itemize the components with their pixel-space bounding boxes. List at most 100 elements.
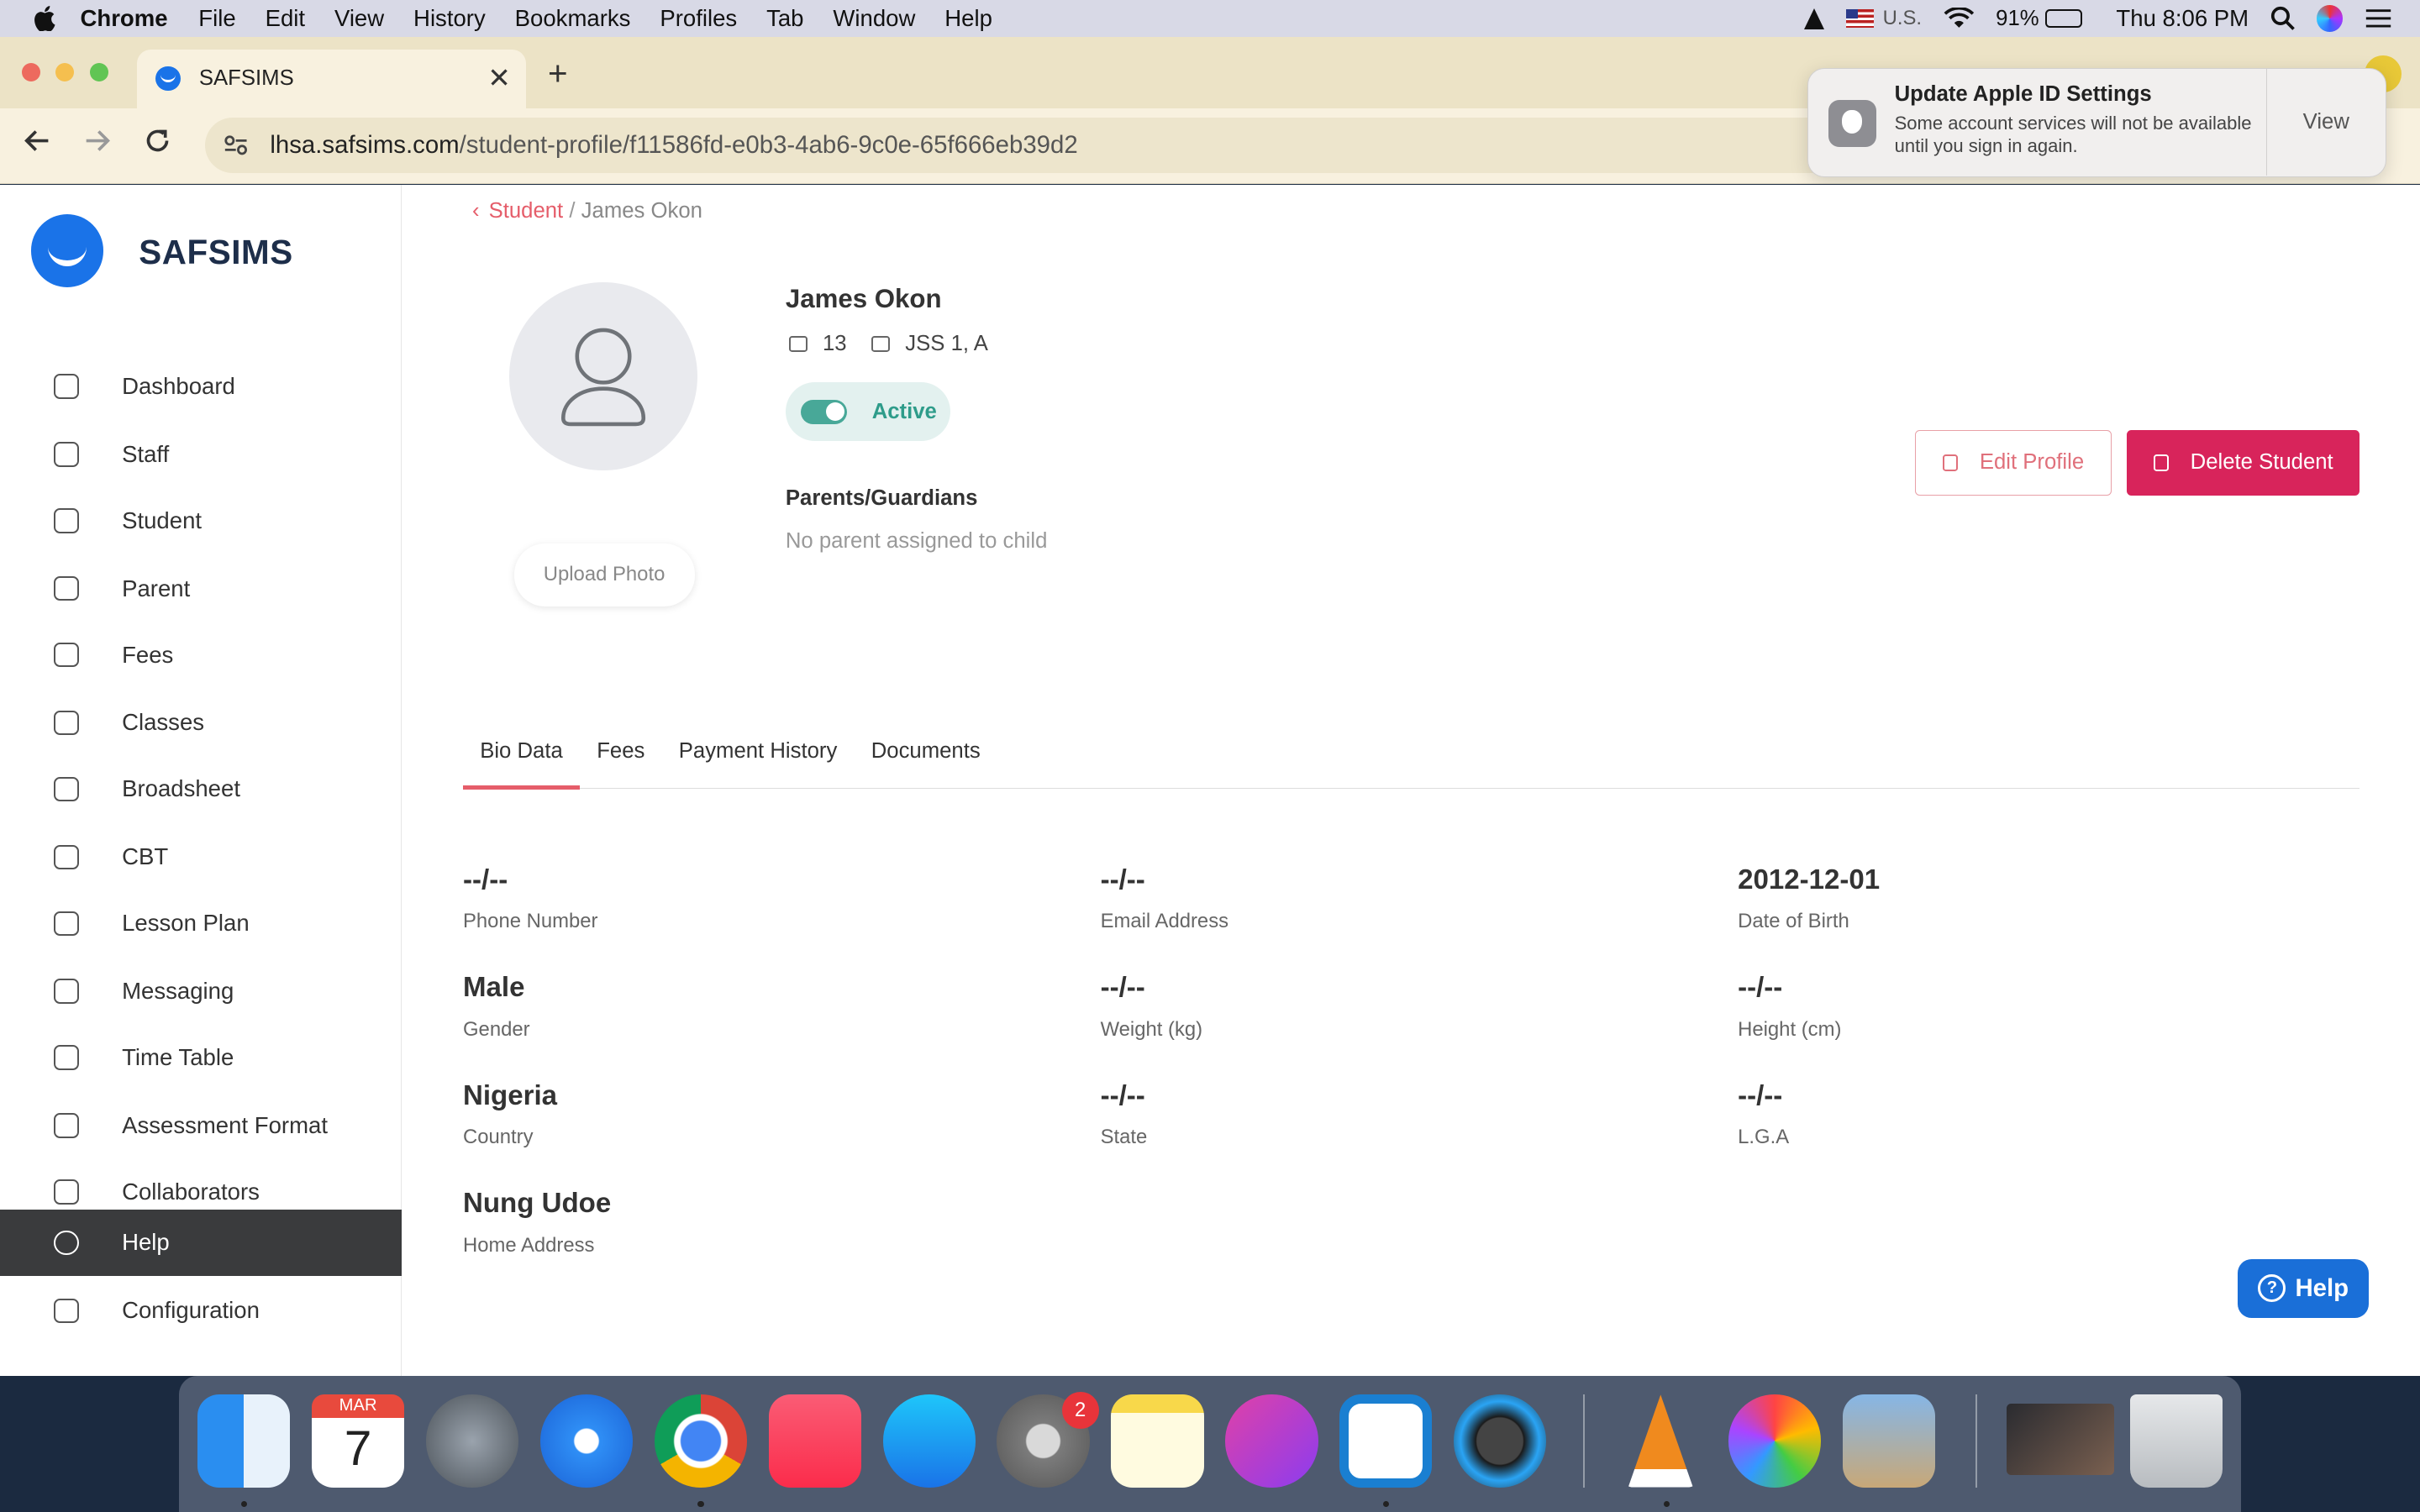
calendar-icon[interactable]: MAR 7 xyxy=(312,1394,405,1488)
sidebar-item-label: Assessment Format xyxy=(122,1111,329,1138)
input-source-label[interactable]: U.S. xyxy=(1883,7,1922,30)
sidebar-item-assessment-format[interactable]: Assessment Format xyxy=(0,1092,402,1158)
tab-payment-history[interactable]: Payment History xyxy=(662,728,855,789)
field-height: --/-- Height (cm) xyxy=(1738,972,1841,1042)
battery-percent[interactable]: 91% xyxy=(1996,7,2039,31)
field-value: --/-- xyxy=(463,864,508,895)
field-value: --/-- xyxy=(1100,1079,1145,1111)
sidebar-item-dashboard[interactable]: Dashboard xyxy=(0,354,402,420)
sidebar-item-broadsheet[interactable]: Broadsheet xyxy=(0,756,402,822)
calendar-day: 7 xyxy=(344,1420,372,1476)
notes-icon[interactable] xyxy=(1111,1394,1204,1488)
breadcrumb-student-link[interactable]: Student xyxy=(489,199,564,223)
sidebar-item-help[interactable]: Help xyxy=(0,1209,402,1276)
field-phone-number: --/-- Phone Number xyxy=(463,864,597,934)
siri-icon[interactable] xyxy=(2316,5,2344,32)
launchpad-icon[interactable] xyxy=(425,1394,519,1488)
color-picker-tool-icon[interactable] xyxy=(1728,1394,1822,1488)
battery-icon[interactable] xyxy=(2044,9,2083,29)
edit-profile-button[interactable]: Edit Profile xyxy=(1915,430,2112,496)
assessment-format-icon xyxy=(54,1113,79,1138)
sidebar-item-classes[interactable]: Classes xyxy=(0,690,402,756)
tab-fees[interactable]: Fees xyxy=(580,728,662,789)
profile-tabs: Bio Data Fees Payment History Documents xyxy=(463,728,2360,790)
sidebar-item-label: Broadsheet xyxy=(122,775,240,802)
sidebar-item-messaging[interactable]: Messaging xyxy=(0,958,402,1025)
site-settings-icon[interactable] xyxy=(224,134,248,156)
notification-view-button[interactable]: View xyxy=(2266,68,2385,176)
menu-tab[interactable]: Tab xyxy=(766,5,803,32)
menu-edit[interactable]: Edit xyxy=(266,5,305,32)
upload-photo-button[interactable]: Upload Photo xyxy=(513,543,695,606)
status-toggle[interactable]: Active xyxy=(785,382,951,442)
field-email-address: --/-- Email Address xyxy=(1101,864,1229,934)
us-flag-icon[interactable] xyxy=(1845,9,1874,29)
trash-bin-icon[interactable] xyxy=(2129,1394,2223,1488)
clock[interactable]: Thu 8:06 PM xyxy=(2116,5,2249,32)
brand-name[interactable]: SAFSIMS xyxy=(139,233,292,272)
chrome-icon[interactable] xyxy=(654,1394,747,1488)
trash-icon xyxy=(2153,454,2169,472)
sidebar-item-configuration[interactable]: Configuration xyxy=(0,1278,402,1344)
floating-help-button[interactable]: ? Help xyxy=(2238,1258,2370,1318)
tab-documents[interactable]: Documents xyxy=(855,728,997,789)
time-table-icon xyxy=(54,1045,79,1070)
toggle-switch-icon[interactable] xyxy=(801,399,848,425)
url-host: lhsa.safsims.com xyxy=(270,130,460,159)
zoom-window-button[interactable] xyxy=(89,63,108,82)
quicktime-icon[interactable] xyxy=(1454,1394,1547,1488)
classes-icon xyxy=(54,710,79,736)
control-center-icon[interactable] xyxy=(2365,8,2392,29)
sidebar-item-parent[interactable]: Parent xyxy=(0,555,402,622)
sidebar-item-label: Time Table xyxy=(122,1044,234,1071)
safsims-logo-icon[interactable] xyxy=(30,214,104,287)
browser-tab[interactable]: SAFSIMS ✕ xyxy=(137,49,527,108)
apple-logo-icon[interactable] xyxy=(34,6,55,31)
menu-window[interactable]: Window xyxy=(833,5,915,32)
app-menu-chrome[interactable]: Chrome xyxy=(80,5,167,32)
app-store-icon[interactable] xyxy=(882,1394,976,1488)
student-class: JSS 1, A xyxy=(905,331,988,355)
breadcrumb-separator: / xyxy=(569,198,576,223)
preview-icon[interactable] xyxy=(1843,1394,1936,1488)
close-window-button[interactable] xyxy=(21,63,40,82)
tab-bio-data[interactable]: Bio Data xyxy=(463,728,580,790)
field-label: Phone Number xyxy=(463,910,598,933)
sidebar-item-staff[interactable]: Staff xyxy=(0,421,402,487)
minimized-window-thumbnail[interactable] xyxy=(2006,1404,2115,1475)
sidebar-item-lesson-plan[interactable]: Lesson Plan xyxy=(0,890,402,957)
safari-icon[interactable] xyxy=(539,1394,634,1488)
reload-icon[interactable] xyxy=(144,127,171,155)
menu-profiles[interactable]: Profiles xyxy=(660,5,737,32)
menu-bookmarks[interactable]: Bookmarks xyxy=(515,5,631,32)
sidebar: SAFSIMS Dashboard Staff Student Parent F… xyxy=(0,185,402,1377)
chevron-left-icon[interactable]: ‹ xyxy=(472,199,480,223)
field-label: L.G.A xyxy=(1738,1126,1790,1149)
tab-close-icon[interactable]: ✕ xyxy=(487,61,511,95)
new-tab-button[interactable]: + xyxy=(548,54,568,93)
student-meta: 13 JSS 1, A xyxy=(788,331,988,356)
sidebar-item-student[interactable]: Student xyxy=(0,487,402,554)
spotlight-search-icon[interactable] xyxy=(2270,6,2295,31)
music-icon[interactable] xyxy=(768,1394,861,1488)
wifi-icon[interactable] xyxy=(1944,8,1975,29)
finder-icon[interactable] xyxy=(197,1394,291,1488)
menu-view[interactable]: View xyxy=(334,5,384,32)
menu-file[interactable]: File xyxy=(198,5,235,32)
vlc-menu-icon[interactable] xyxy=(1803,8,1824,29)
vlc-icon[interactable] xyxy=(1628,1394,1693,1488)
address-bar[interactable]: lhsa.safsims.com/student-profile/f11586f… xyxy=(205,117,1903,173)
field-value: Male xyxy=(463,972,525,1004)
back-arrow-icon[interactable] xyxy=(24,127,51,155)
forward-arrow-icon[interactable] xyxy=(83,127,111,155)
menu-history[interactable]: History xyxy=(413,5,486,32)
sidebar-item-cbt[interactable]: CBT xyxy=(0,824,402,890)
wps-office-icon[interactable] xyxy=(1225,1394,1318,1488)
vscode-icon[interactable] xyxy=(1339,1394,1433,1488)
apple-id-notification[interactable]: Update Apple ID Settings Some account se… xyxy=(1807,67,2386,178)
sidebar-item-fees[interactable]: Fees xyxy=(0,622,402,688)
minimize-window-button[interactable] xyxy=(55,63,75,82)
sidebar-item-time-table[interactable]: Time Table xyxy=(0,1025,402,1091)
delete-student-button[interactable]: Delete Student xyxy=(2126,430,2360,496)
menu-help[interactable]: Help xyxy=(944,5,992,32)
